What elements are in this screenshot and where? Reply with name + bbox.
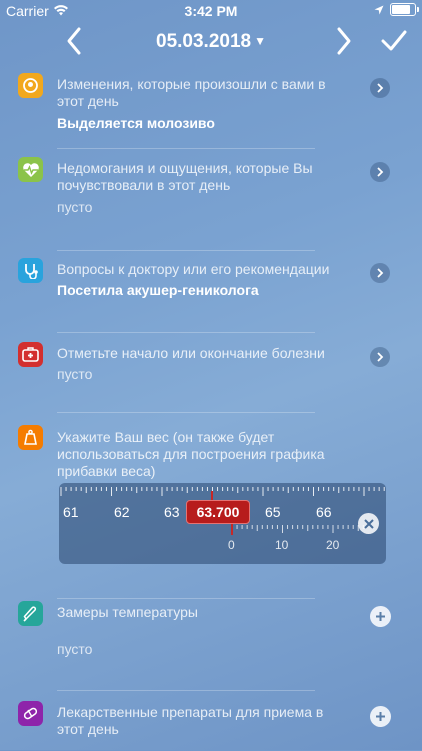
divider [57,598,315,599]
location-arrow-icon [374,5,384,15]
list-item-weight: Укажите Ваш вес (он также будет использо… [14,425,404,485]
stethoscope-icon [18,258,43,283]
next-day-button[interactable] [334,26,354,61]
list-item-illness[interactable]: Отметьте начало или окончание болезни пу… [14,342,404,392]
item-title: Замеры температуры [57,604,198,620]
delta-label-0: 0 [228,538,235,552]
list-item-changes[interactable]: Изменения, которые произошли с вами в эт… [14,73,404,133]
chevron-down-icon: ▼ [254,34,266,48]
list-item-medication[interactable]: Лекарственные препараты для приема в это… [14,701,404,751]
delta-label-10: 10 [275,538,289,552]
item-title: Отметьте начало или окончание болезни [57,345,325,361]
chevron-right-icon[interactable] [370,263,390,283]
date-selector[interactable]: 05.03.2018 ▼ [0,31,422,53]
heart-pulse-icon [18,157,43,182]
chevron-right-icon[interactable] [370,78,390,98]
scale-label-66: 66 [316,504,332,520]
battery-icon [390,3,419,16]
item-value: Посетила акушер-гениколога [57,282,259,298]
item-title: Изменения, которые произошли с вами в эт… [57,76,326,109]
thermometer-icon [18,601,43,626]
item-value: пусто [57,199,93,215]
list-item-symptoms[interactable]: Недомогания и ощущения, которые Вы почув… [14,157,404,217]
item-title: Недомогания и ощущения, которые Вы почув… [57,160,313,193]
divider [57,148,315,149]
weight-icon [18,425,43,450]
face-icon [18,73,43,98]
list-item-doctor[interactable]: Вопросы к доктору или его рекомендации П… [14,258,404,308]
list-item-temperature[interactable]: Замеры температуры пусто [14,601,404,661]
pill-icon [18,701,43,726]
plus-icon[interactable] [370,706,391,727]
item-value: пусто [57,366,93,382]
item-value: пусто [57,641,93,657]
scale-label-63: 63 [164,504,180,520]
divider [57,250,315,251]
first-aid-icon [18,342,43,367]
chevron-right-icon[interactable] [370,162,390,182]
item-title: Вопросы к доктору или его рекомендации [57,261,330,277]
done-button[interactable] [380,28,408,59]
nav-bar: 05.03.2018 ▼ [0,24,422,60]
scale-label-62: 62 [114,504,130,520]
item-value: Выделяется молозиво [57,115,215,131]
scale-label-65: 65 [265,504,281,520]
current-weight-value: 63.700 [186,500,250,524]
clock: 3:42 PM [184,3,238,19]
delta-label-20: 20 [326,538,340,552]
close-icon[interactable] [358,513,379,534]
divider [57,332,315,333]
plus-icon[interactable] [370,606,391,627]
weight-ruler[interactable]: 61 62 63 65 66 63.700 0 10 20 [59,483,386,564]
status-bar: Carrier 3:42 PM [0,0,422,22]
chevron-right-icon[interactable] [370,347,390,367]
divider [57,690,315,691]
item-title: Лекарственные препараты для приема в это… [57,704,324,737]
divider [57,412,315,413]
item-title: Укажите Ваш вес (он также будет использо… [57,429,325,479]
scale-label-61: 61 [63,504,79,520]
date-label: 05.03.2018 [156,31,252,52]
